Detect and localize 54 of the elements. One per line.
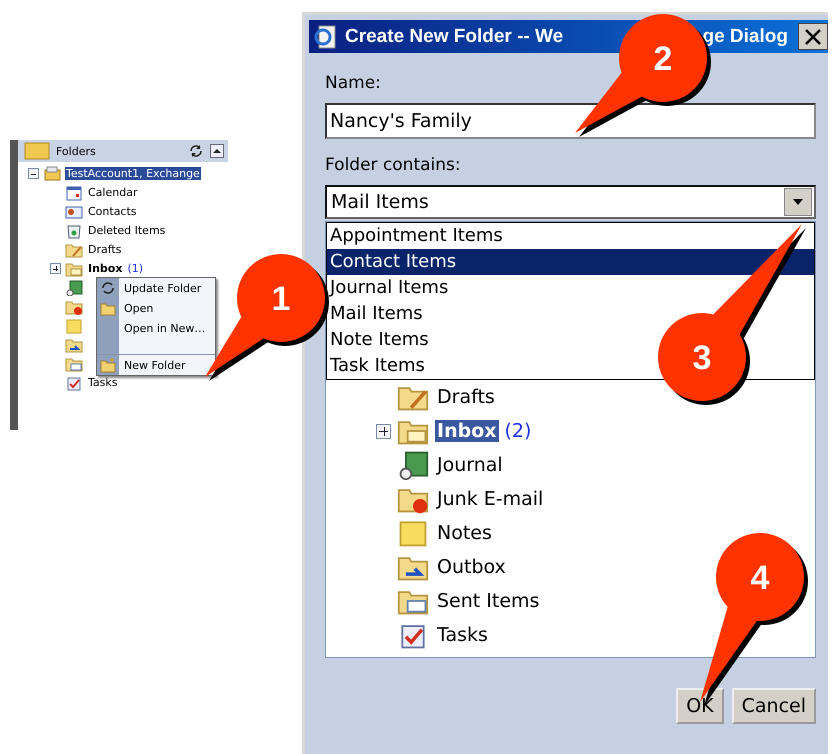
calendar-icon: [65, 184, 83, 200]
unread-count: (2): [504, 420, 532, 442]
folder-item[interactable]: Inbox: [87, 262, 124, 275]
folder-item[interactable]: Junk E-mail: [435, 488, 546, 510]
dialog-button[interactable]: Cancel: [732, 688, 816, 724]
callout-tooltip: 3: [656, 222, 808, 407]
close-icon: [804, 28, 822, 46]
dropdown-option[interactable]: Appointment Items: [327, 223, 507, 249]
folder-item[interactable]: Outbox: [435, 556, 508, 578]
folder-envelope-icon: [65, 260, 83, 276]
folder-item[interactable]: Journal: [435, 454, 505, 476]
field-label: Folder contains:: [325, 155, 462, 177]
folder-item[interactable]: Drafts: [87, 243, 122, 256]
expand-toggle[interactable]: [376, 424, 391, 438]
folder-item[interactable]: Inbox: [435, 420, 499, 442]
folder-item[interactable]: Contacts: [87, 205, 138, 218]
sync-icon[interactable]: [188, 143, 204, 159]
close-button[interactable]: [798, 23, 828, 50]
folder-item[interactable]: Calendar: [87, 186, 138, 199]
field-label: Name:: [325, 73, 382, 95]
caret-icon: [793, 199, 803, 205]
dropdown-option[interactable]: Contact Items: [327, 249, 814, 275]
sync-icon: [100, 280, 116, 296]
folder-item[interactable]: Notes: [435, 522, 494, 544]
folder-item[interactable]: Deleted Items: [87, 224, 166, 237]
unread-count: (1): [127, 262, 144, 275]
contact-card-icon: [65, 204, 83, 220]
pane-title: Folders: [56, 144, 97, 158]
dropdown-button[interactable]: [784, 188, 812, 216]
name-field[interactable]: Nancy's Family: [325, 103, 816, 139]
trash-can-icon: [65, 222, 83, 238]
account-item[interactable]: TestAccount1, Exchange: [65, 167, 201, 180]
folder-arrow-icon: [65, 336, 83, 352]
folder-item[interactable]: Tasks: [435, 624, 490, 646]
clipboard-check-icon: [65, 374, 83, 390]
folder-pencil-icon: [65, 242, 83, 258]
collapse-button[interactable]: [210, 144, 224, 158]
collapse-toggle[interactable]: [28, 168, 39, 179]
sticky-note-icon: [65, 318, 83, 334]
folder-item[interactable]: Sent Items: [435, 590, 542, 612]
window-title: Create New Folder -- We: [345, 26, 564, 48]
caret-icon: [213, 148, 221, 154]
folder-stack-icon: [43, 166, 61, 182]
dialog-button[interactable]: OK: [676, 688, 724, 724]
expand-toggle[interactable]: [50, 263, 61, 274]
folder-type-dropdown[interactable]: Mail Items: [325, 185, 816, 219]
folder-blocked-icon: [65, 298, 83, 314]
folder-item[interactable]: Drafts: [435, 386, 497, 408]
folder-item[interactable]: Tasks: [87, 376, 118, 389]
folder-letter-icon: [65, 356, 83, 372]
notebook-icon: [397, 450, 429, 480]
notebook-icon: [65, 280, 83, 296]
folder-icon: [24, 142, 50, 160]
new-folder-icon: [100, 357, 116, 373]
